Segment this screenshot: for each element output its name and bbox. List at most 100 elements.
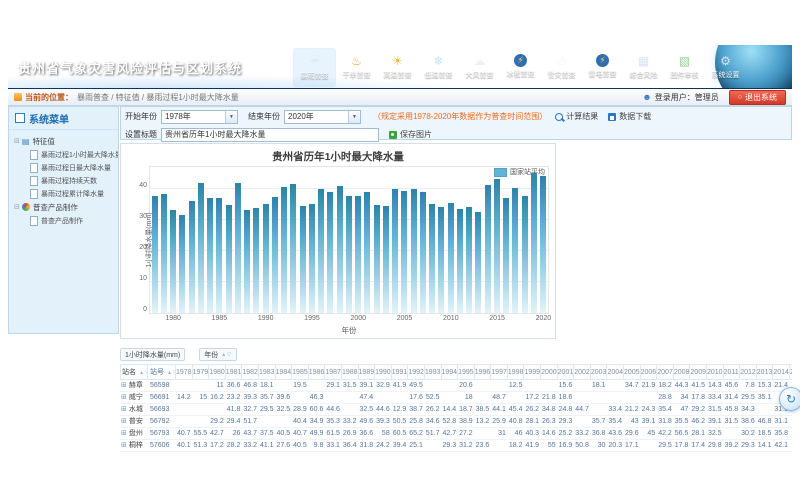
col-header-year[interactable]: 1982 (242, 364, 259, 380)
bar-1996[interactable] (318, 189, 324, 313)
station-name-cell[interactable]: ⊞盘州 (120, 428, 148, 440)
bar-1995[interactable] (309, 204, 315, 313)
sidebar-group[interactable]: ⊟普查产品制作 (14, 200, 118, 214)
bar-2007[interactable] (420, 192, 426, 313)
col-header-year[interactable]: 1996 (475, 364, 492, 380)
station-name-cell[interactable]: ⊞赫章 (120, 380, 148, 392)
col-header-year[interactable]: 1993 (425, 364, 442, 380)
bar-2019[interactable] (531, 173, 537, 313)
expand-icon[interactable]: ⊞ (121, 418, 127, 425)
calculate-button[interactable]: 计算结果 (555, 111, 598, 122)
value-field-chip[interactable]: 1小时降水量(mm) (120, 348, 185, 361)
col-header-year[interactable]: 1979 (193, 364, 210, 380)
nav-item[interactable]: ▦综合风险 (623, 48, 664, 85)
col-header-year[interactable]: 2002 (574, 364, 591, 380)
nav-item[interactable]: ☀高温普查 (377, 48, 418, 85)
bar-2012[interactable] (466, 207, 472, 313)
nav-item[interactable]: ☃雪灾普查 (541, 48, 582, 85)
nav-item[interactable]: ☔暴雨普查 (293, 48, 336, 87)
bar-1999[interactable] (346, 196, 352, 313)
col-header-year[interactable]: 2009 (690, 364, 707, 380)
nav-item[interactable]: ⚡雷电普查 (582, 48, 623, 85)
bar-2009[interactable] (438, 207, 444, 313)
bar-2015[interactable] (494, 179, 500, 313)
col-header-year[interactable]: 1997 (491, 364, 508, 380)
bar-2005[interactable] (401, 191, 407, 313)
bar-1989[interactable] (253, 208, 259, 313)
col-header-year[interactable]: 2012 (740, 364, 757, 380)
col-header-year[interactable]: 1992 (408, 364, 425, 380)
col-header-year[interactable]: 1998 (508, 364, 525, 380)
save-image-button[interactable]: 保存图片 (389, 129, 432, 140)
nav-item[interactable]: ❄低温普查 (418, 48, 459, 85)
bar-1987[interactable] (235, 183, 241, 313)
sidebar-item[interactable]: 暴雨过程1小时最大降水量 (30, 148, 118, 161)
sidebar-group[interactable]: ⊟▤特征值 (14, 134, 118, 148)
col-header-year[interactable]: 2007 (657, 364, 674, 380)
station-name-cell[interactable]: ⊞水城 (120, 404, 148, 416)
col-header-year[interactable]: 1991 (392, 364, 409, 380)
station-name-cell[interactable]: ⊞威宁 (120, 392, 148, 404)
nav-item[interactable]: ☁大风普查 (459, 48, 500, 85)
bar-2002[interactable] (374, 205, 380, 313)
col-header-year[interactable]: 1986 (309, 364, 326, 380)
bar-1982[interactable] (189, 201, 195, 313)
col-header-year[interactable]: 2000 (541, 364, 558, 380)
bar-2013[interactable] (475, 212, 481, 313)
col-header-year[interactable]: 1995 (458, 364, 475, 380)
col-header-year[interactable]: 2003 (591, 364, 608, 380)
bar-1990[interactable] (263, 204, 269, 313)
bar-1980[interactable] (170, 210, 176, 313)
bar-1978[interactable] (152, 196, 158, 313)
bar-2000[interactable] (355, 196, 361, 313)
bar-1986[interactable] (226, 205, 232, 313)
col-header-name[interactable]: 站名▲▽ (120, 364, 148, 380)
bar-2017[interactable] (512, 188, 518, 313)
col-header-year[interactable]: 1999 (524, 364, 541, 380)
col-header-year[interactable]: 1987 (325, 364, 342, 380)
bar-1988[interactable] (244, 210, 250, 313)
bar-1993[interactable] (290, 184, 296, 313)
col-header-year[interactable]: 2011 (724, 364, 741, 380)
bar-1981[interactable] (179, 215, 185, 313)
bar-1992[interactable] (281, 187, 287, 313)
nav-item[interactable]: ▧图件审核 (664, 48, 705, 85)
col-header-year[interactable]: 1981 (226, 364, 243, 380)
col-header-year[interactable]: 1985 (292, 364, 309, 380)
expand-icon[interactable]: ⊞ (121, 394, 127, 401)
col-header-year[interactable]: 1978 (176, 364, 193, 380)
expand-icon[interactable]: ⊞ (121, 382, 127, 389)
bar-1979[interactable] (161, 194, 167, 313)
col-header-year[interactable]: 2014 (773, 364, 790, 380)
col-header-year[interactable]: 2005 (624, 364, 641, 380)
floating-widget-button[interactable]: ↻ (779, 387, 800, 411)
col-header-year[interactable]: 2004 (607, 364, 624, 380)
col-header-year[interactable]: 2001 (558, 364, 575, 380)
bar-1994[interactable] (300, 206, 306, 313)
bar-2016[interactable] (503, 198, 509, 313)
station-name-cell[interactable]: ⊞普安 (120, 416, 148, 428)
end-year-select[interactable]: 2020年 ▼ (284, 110, 361, 124)
bar-2010[interactable] (448, 203, 454, 313)
expand-icon[interactable]: ⊞ (121, 430, 127, 437)
bar-2011[interactable] (457, 209, 463, 313)
breadcrumb[interactable]: 暴雨普查 / 特征值 / 暴雨过程1小时最大降水量 (77, 92, 239, 103)
bar-2004[interactable] (392, 189, 398, 313)
bar-2001[interactable] (364, 192, 370, 313)
bar-1997[interactable] (327, 192, 333, 313)
col-header-year[interactable]: 1988 (342, 364, 359, 380)
chart-title-input[interactable] (161, 128, 379, 142)
col-header-year[interactable]: 1989 (359, 364, 376, 380)
column-field-chip[interactable]: 年份 ▲▽ (199, 348, 237, 361)
bar-1991[interactable] (272, 197, 278, 313)
col-header-year[interactable]: 1984 (276, 364, 293, 380)
bar-2014[interactable] (485, 185, 491, 313)
bar-2006[interactable] (411, 189, 417, 313)
col-header-year[interactable]: 2010 (707, 364, 724, 380)
bar-1985[interactable] (216, 198, 222, 313)
col-header-year[interactable]: 2015 (790, 364, 792, 380)
nav-item[interactable]: ⚡冰雹普查 (500, 48, 541, 85)
sidebar-item[interactable]: 普查产品制作 (30, 214, 118, 227)
data-download-button[interactable]: 数据下载 (608, 111, 651, 122)
tree-expand-icon[interactable]: ⊟ (14, 137, 20, 145)
